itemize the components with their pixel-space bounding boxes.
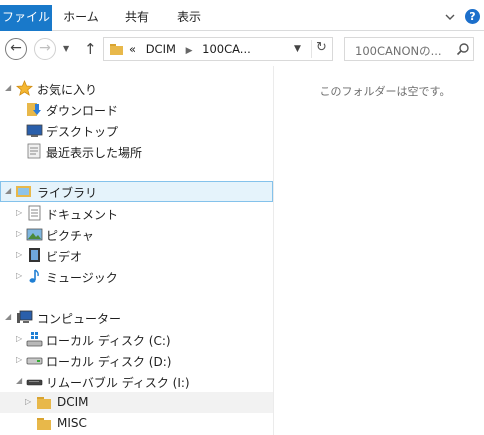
expand-arrow-icon[interactable]: ▷: [16, 208, 24, 218]
expand-ribbon-chevron-icon[interactable]: [443, 10, 457, 24]
videos-icon: [29, 248, 40, 262]
breadcrumb: « DCIM ▶ 100CA...: [129, 42, 257, 56]
nav-favorites[interactable]: ◢ お気に入り: [0, 78, 273, 99]
nav-computer[interactable]: ◢ コンピューター: [0, 307, 273, 328]
computer-icon: [17, 310, 33, 323]
expand-arrow-icon[interactable]: ▷: [16, 355, 24, 365]
local-drive-icon: [26, 357, 43, 365]
collapse-arrow-icon[interactable]: ◢: [5, 83, 13, 93]
empty-folder-message: このフォルダーは空です。: [319, 85, 451, 98]
search-box[interactable]: 100CANONの...: [344, 37, 474, 61]
nav-folder-misc-label: MISC: [57, 416, 87, 430]
expand-arrow-icon[interactable]: ▷: [16, 334, 24, 344]
nav-music[interactable]: ▷ ミュージック: [0, 266, 273, 287]
nav-desktop[interactable]: デスクトップ: [0, 120, 273, 141]
recent-places-icon: [27, 143, 41, 159]
recent-locations-dropdown-icon[interactable]: ▼: [63, 44, 69, 53]
pictures-icon: [26, 228, 43, 241]
system-drive-icon: [26, 332, 43, 347]
tab-file[interactable]: ファイル: [0, 5, 52, 31]
expand-arrow-icon[interactable]: ▷: [25, 397, 33, 407]
desktop-icon: [26, 124, 43, 137]
expand-arrow-icon[interactable]: ▷: [16, 229, 24, 239]
nav-documents-label: ドキュメント: [46, 208, 119, 222]
star-icon: [16, 80, 33, 96]
library-icon: [16, 186, 31, 197]
nav-computer-label: コンピューター: [37, 312, 122, 326]
nav-downloads-label: ダウンロード: [46, 104, 119, 118]
nav-drive-d[interactable]: ▷ ローカル ディスク (D:): [0, 350, 273, 371]
expand-arrow-icon[interactable]: ▷: [16, 271, 24, 281]
help-icon[interactable]: ?: [465, 9, 480, 24]
folder-icon: [37, 397, 51, 409]
nav-videos-label: ビデオ: [46, 250, 83, 264]
breadcrumb-100canon[interactable]: 100CA...: [202, 42, 251, 56]
nav-drive-c-label: ローカル ディスク (C:): [46, 334, 171, 348]
nav-pictures[interactable]: ▷ ピクチャ: [0, 224, 273, 245]
collapse-arrow-icon[interactable]: ◢: [5, 312, 13, 322]
file-list-pane[interactable]: このフォルダーは空です。: [274, 66, 484, 435]
nav-recent-places-label: 最近表示した場所: [46, 146, 143, 160]
navigation-pane: ◢ お気に入り ダウンロード デスクトップ 最近表示した場所 ◢ ライブラリ ▷…: [0, 66, 273, 435]
address-history-dropdown-icon[interactable]: ▼: [294, 44, 301, 54]
address-bar[interactable]: « DCIM ▶ 100CA... ▼ ↻: [103, 37, 333, 61]
nav-removable-drive[interactable]: ◢ リムーバブル ディスク (I:): [0, 371, 273, 392]
breadcrumb-overflow[interactable]: «: [129, 42, 136, 56]
nav-videos[interactable]: ▷ ビデオ: [0, 245, 273, 266]
nav-music-label: ミュージック: [46, 271, 118, 285]
tab-view[interactable]: 表示: [170, 5, 208, 31]
nav-libraries[interactable]: ◢ ライブラリ: [0, 181, 273, 202]
nav-drive-d-label: ローカル ディスク (D:): [46, 355, 172, 369]
back-button[interactable]: ←: [5, 38, 27, 60]
breadcrumb-separator-icon[interactable]: ▶: [186, 46, 193, 56]
nav-favorites-label: お気に入り: [37, 83, 98, 97]
tab-home[interactable]: ホーム: [60, 5, 102, 31]
nav-folder-misc[interactable]: MISC: [0, 413, 273, 434]
removable-drive-icon: [26, 379, 43, 386]
search-icon[interactable]: [456, 42, 470, 56]
refresh-icon[interactable]: ↻: [311, 40, 331, 58]
navigation-bar: ← → ▼ ↑ « DCIM ▶ 100CA... ▼ ↻ 100CANONの.…: [0, 32, 484, 66]
nav-desktop-label: デスクトップ: [46, 125, 119, 139]
expand-arrow-icon[interactable]: ▷: [16, 250, 24, 260]
ribbon: ファイル ホーム 共有 表示 ?: [0, 0, 484, 31]
collapse-arrow-icon[interactable]: ◢: [5, 186, 13, 196]
music-icon: [29, 269, 39, 283]
breadcrumb-dcim[interactable]: DCIM: [146, 42, 176, 56]
nav-downloads[interactable]: ダウンロード: [0, 99, 273, 120]
nav-documents[interactable]: ▷ ドキュメント: [0, 203, 273, 224]
downloads-folder-icon: [27, 103, 41, 116]
nav-drive-c[interactable]: ▷ ローカル ディスク (C:): [0, 329, 273, 350]
folder-icon: [110, 44, 123, 55]
nav-removable-drive-label: リムーバブル ディスク (I:): [46, 376, 190, 390]
nav-folder-dcim[interactable]: ▷ DCIM: [0, 392, 273, 413]
folder-icon: [37, 418, 51, 430]
nav-pictures-label: ピクチャ: [46, 229, 94, 243]
forward-button[interactable]: →: [34, 38, 56, 60]
search-placeholder: 100CANONの...: [355, 44, 442, 58]
collapse-arrow-icon[interactable]: ◢: [16, 376, 24, 386]
nav-libraries-label: ライブラリ: [37, 186, 98, 200]
nav-folder-dcim-label: DCIM: [57, 395, 89, 409]
up-arrow-icon[interactable]: ↑: [84, 40, 97, 58]
documents-icon: [28, 205, 41, 221]
nav-recent-places[interactable]: 最近表示した場所: [0, 141, 273, 162]
tab-share[interactable]: 共有: [118, 5, 156, 31]
